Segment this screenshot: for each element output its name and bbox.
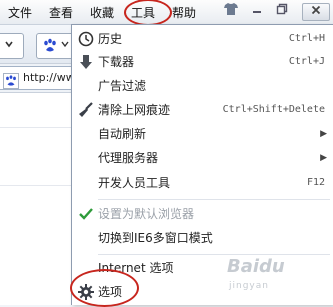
menu-item-developer-tools[interactable]: 开发人员工具 F12: [72, 172, 333, 194]
menu-item-set-default-browser[interactable]: 设置为默认浏览器: [72, 203, 333, 225]
menu-help[interactable]: 帮助: [172, 4, 196, 21]
menu-item-switch-ie6-mode[interactable]: 切换到IE6多窗口模式: [72, 227, 333, 249]
close-icon[interactable]: [302, 3, 330, 21]
checkmark-icon: [78, 206, 94, 222]
menu-separator: [98, 199, 330, 200]
chevron-down-icon: [61, 37, 69, 52]
divider: [0, 185, 75, 186]
restore-icon[interactable]: [272, 3, 292, 20]
menu-separator: [98, 254, 330, 255]
divider: [0, 127, 75, 128]
minimize-icon[interactable]: [247, 3, 267, 20]
menu-item-downloader[interactable]: 下载器 Ctrl+J: [72, 51, 333, 73]
menu-tools[interactable]: 工具: [123, 0, 173, 26]
nav-dropdown-button[interactable]: [0, 33, 24, 59]
menu-item-history[interactable]: 历史 Ctrl+H: [72, 28, 333, 50]
menu-view[interactable]: 查看: [49, 4, 73, 21]
history-clock-icon: [78, 31, 94, 47]
download-arrow-icon: [78, 54, 94, 70]
menu-item-clear-traces[interactable]: 清除上网痕迹 Ctrl+Shift+Delete: [72, 99, 333, 121]
menu-item-auto-refresh[interactable]: 自动刷新 ▶: [72, 123, 333, 145]
highlight-annotation: [70, 269, 139, 307]
address-bar[interactable]: http://www: [0, 66, 84, 90]
skin-shirt-icon[interactable]: [221, 3, 241, 20]
menu-item-proxy-server[interactable]: 代理服务器 ▶: [72, 147, 333, 169]
baidu-paw-icon: [42, 38, 58, 54]
menu-bar: 文件 查看 收藏 工具 帮助: [0, 0, 333, 26]
submenu-arrow-icon: ▶: [320, 129, 327, 139]
broom-icon: [78, 102, 94, 118]
menu-item-ad-filter[interactable]: 广告过滤: [72, 75, 333, 97]
watermark-logo: Baidu jingyan: [227, 256, 285, 291]
site-favicon-icon: [3, 73, 19, 89]
chevron-down-icon: [5, 38, 13, 52]
submenu-arrow-icon: ▶: [320, 153, 327, 163]
menu-favorites[interactable]: 收藏: [90, 4, 114, 21]
menu-file[interactable]: 文件: [8, 4, 32, 21]
